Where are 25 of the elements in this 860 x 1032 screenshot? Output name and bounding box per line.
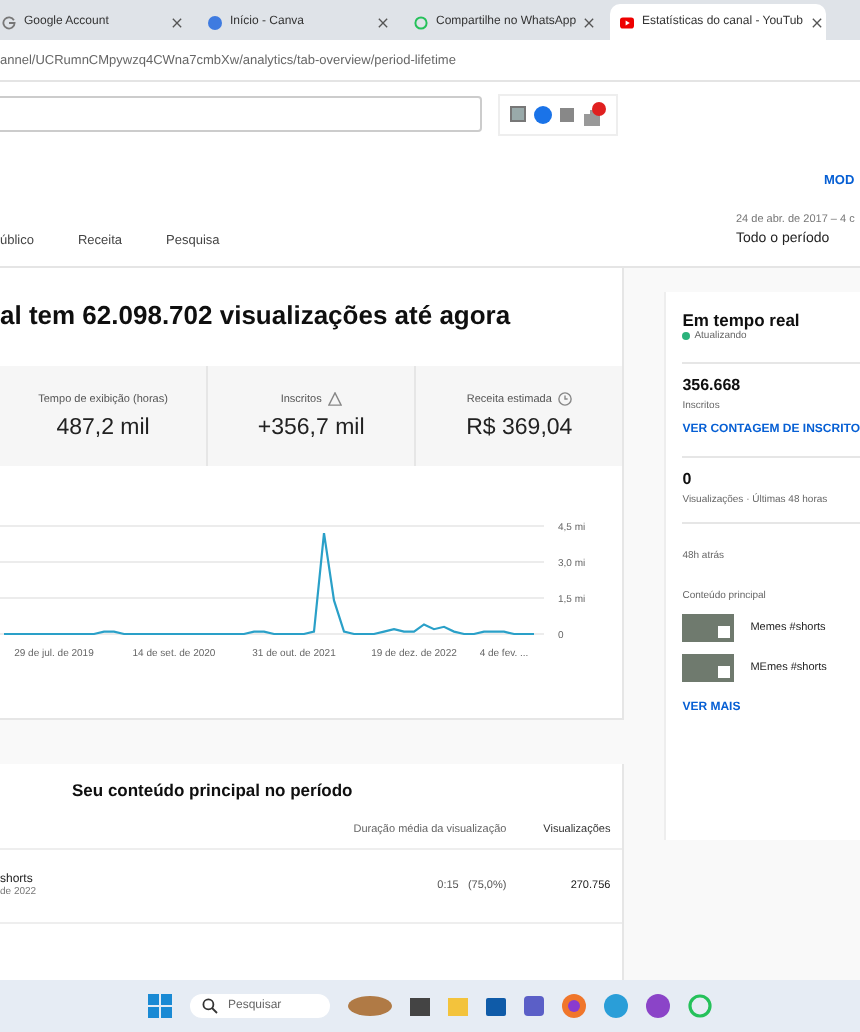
clock-icon	[557, 392, 572, 406]
metric-value: +356,7 mil	[257, 416, 365, 440]
square-icon[interactable]	[560, 107, 574, 121]
section-title: Seu conteúdo principal no período	[72, 780, 355, 800]
warning-icon	[327, 392, 342, 406]
headline: al tem 62.098.702 visualizações até agora	[0, 300, 513, 330]
search-icon	[202, 998, 218, 1014]
metric-value: 487,2 mil	[56, 415, 150, 439]
close-icon[interactable]	[584, 17, 595, 27]
close-icon[interactable]	[172, 17, 182, 27]
circle-icon	[208, 15, 222, 29]
search-field[interactable]	[0, 96, 482, 132]
metric-value: R$ 369,04	[466, 416, 573, 440]
thumbnail-placeholder[interactable]	[682, 614, 735, 642]
view-count: 0	[682, 470, 692, 488]
realtime-title: Em tempo real	[682, 310, 800, 330]
close-icon[interactable]	[378, 17, 388, 27]
puzzle-icon-with-badge[interactable]	[582, 101, 606, 127]
play-icon	[620, 15, 634, 29]
close-icon[interactable]	[811, 17, 821, 27]
subscriber-count: 356.668	[682, 376, 741, 394]
thumbnail-placeholder[interactable]	[682, 654, 735, 682]
windows-start-icon[interactable]	[148, 994, 172, 1018]
status-dot-icon	[682, 332, 691, 340]
ring-icon	[2, 15, 16, 29]
